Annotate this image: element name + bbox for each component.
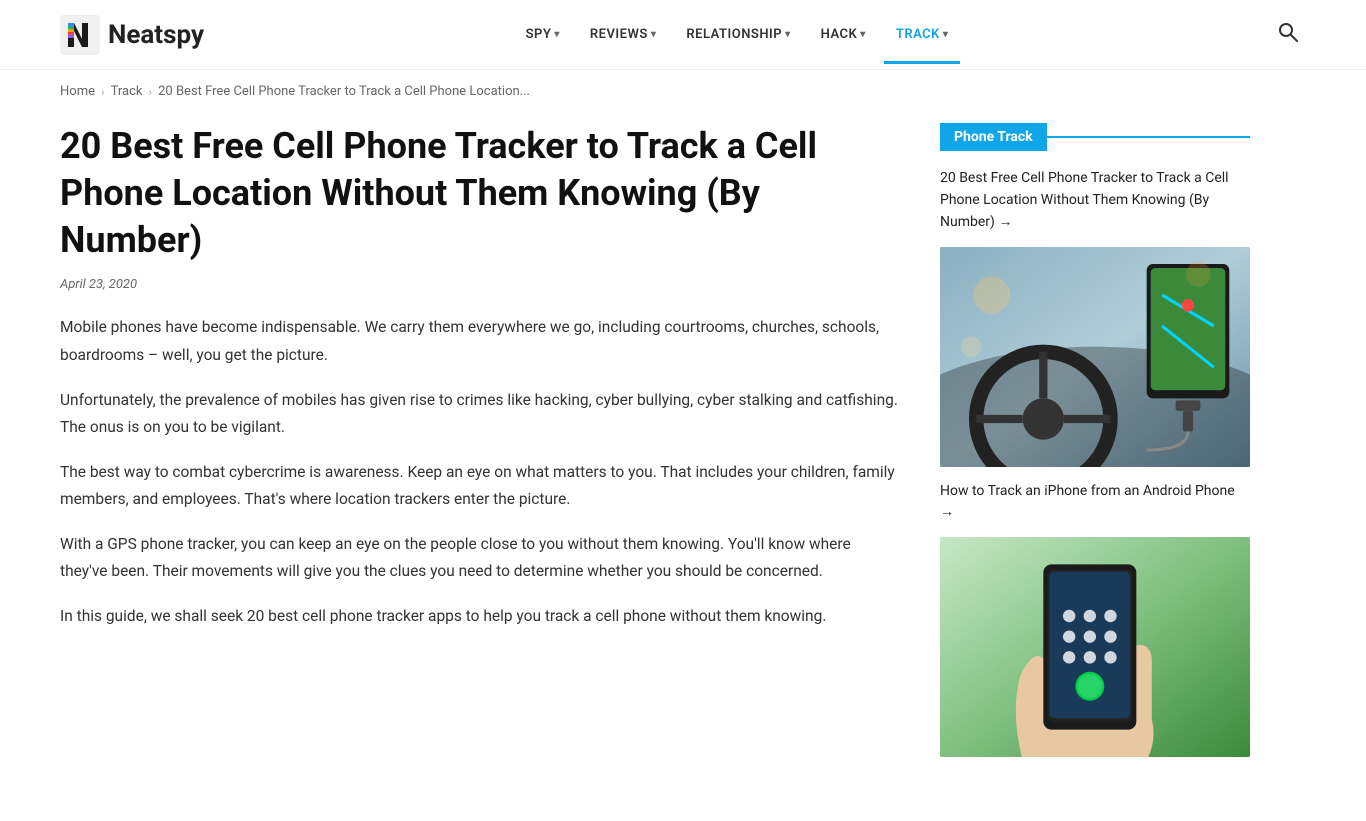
search-icon bbox=[1278, 22, 1298, 42]
car-nav-image bbox=[940, 247, 1250, 467]
nav-item-track[interactable]: TRACK ▾ bbox=[884, 19, 961, 50]
widget-title-label: Phone Track bbox=[940, 123, 1047, 151]
search-button[interactable] bbox=[1270, 14, 1306, 55]
breadcrumb-track[interactable]: Track bbox=[111, 84, 143, 99]
nav-item-reviews[interactable]: REVIEWS ▾ bbox=[578, 19, 668, 50]
nav-item-spy[interactable]: SPY ▾ bbox=[514, 19, 572, 50]
breadcrumb-current: 20 Best Free Cell Phone Tracker to Track… bbox=[158, 84, 530, 99]
sidebar-thumb-1 bbox=[940, 247, 1250, 467]
widget-title-bar: Phone Track bbox=[940, 123, 1250, 151]
article-para-4: With a GPS phone tracker, you can keep a… bbox=[60, 531, 900, 585]
hand-phone-image: 📞 bbox=[940, 537, 1250, 757]
article-title: 20 Best Free Cell Phone Tracker to Track… bbox=[60, 123, 900, 263]
article-para-5: In this guide, we shall seek 20 best cel… bbox=[60, 603, 900, 630]
sidebar-thumb-2: 📞 bbox=[940, 537, 1250, 757]
site-header: Neatspy SPY ▾ REVIEWS ▾ RELATIONSHIP ▾ H… bbox=[0, 0, 1366, 70]
main-nav: SPY ▾ REVIEWS ▾ RELATIONSHIP ▾ HACK ▾ TR… bbox=[514, 19, 961, 50]
breadcrumb-sep-2: › bbox=[149, 85, 153, 99]
page-layout: 20 Best Free Cell Phone Tracker to Track… bbox=[0, 113, 1366, 821]
logo-icon bbox=[60, 15, 100, 55]
hack-chevron-icon: ▾ bbox=[860, 29, 866, 40]
spy-chevron-icon: ▾ bbox=[554, 29, 560, 40]
sidebar: Phone Track 20 Best Free Cell Phone Trac… bbox=[940, 123, 1250, 781]
breadcrumb-home[interactable]: Home bbox=[60, 84, 95, 99]
article-date: April 23, 2020 bbox=[60, 277, 900, 292]
breadcrumb: Home › Track › 20 Best Free Cell Phone T… bbox=[0, 70, 1366, 113]
nav-item-hack[interactable]: HACK ▾ bbox=[809, 19, 878, 50]
article-para-3: The best way to combat cybercrime is awa… bbox=[60, 459, 900, 513]
article-para-2: Unfortunately, the prevalence of mobiles… bbox=[60, 387, 900, 441]
track-chevron-icon: ▾ bbox=[943, 29, 949, 40]
sidebar-link-1[interactable]: 20 Best Free Cell Phone Tracker to Track… bbox=[940, 170, 1229, 230]
sidebar-link-2[interactable]: How to Track an iPhone from an Android P… bbox=[940, 481, 1250, 523]
article-para-1: Mobile phones have become indispensable.… bbox=[60, 314, 900, 368]
sidebar-widget-phone-track: Phone Track 20 Best Free Cell Phone Trac… bbox=[940, 123, 1250, 757]
nav-item-relationship[interactable]: RELATIONSHIP ▾ bbox=[674, 19, 802, 50]
main-content: 20 Best Free Cell Phone Tracker to Track… bbox=[60, 123, 900, 781]
logo-text: Neatspy bbox=[108, 20, 204, 50]
logo[interactable]: Neatspy bbox=[60, 15, 204, 55]
widget-title-line bbox=[1047, 136, 1250, 138]
article-body: Mobile phones have become indispensable.… bbox=[60, 314, 900, 630]
reviews-chevron-icon: ▾ bbox=[651, 29, 657, 40]
relationship-chevron-icon: ▾ bbox=[785, 29, 791, 40]
breadcrumb-sep-1: › bbox=[101, 85, 105, 99]
